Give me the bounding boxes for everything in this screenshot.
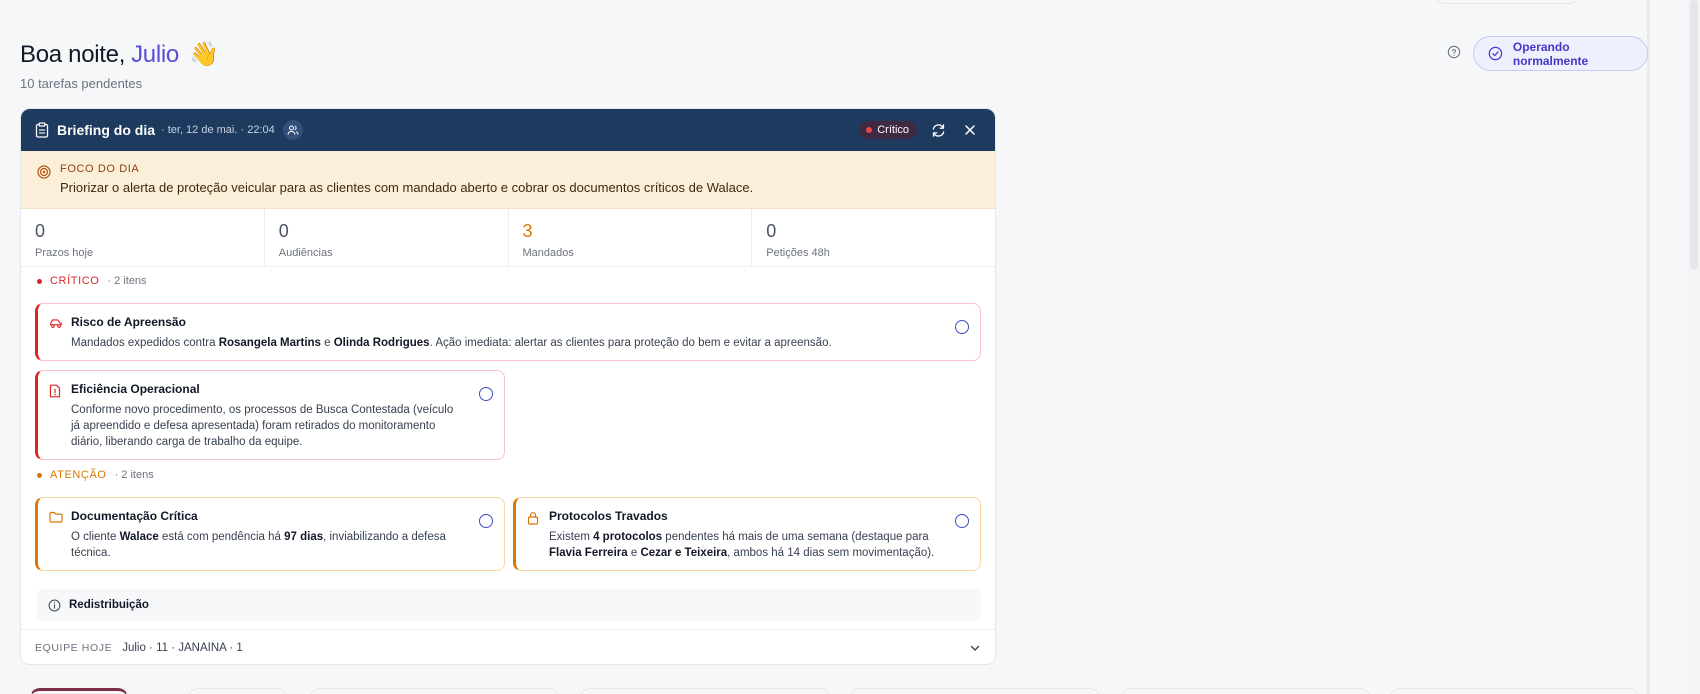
bottom-tab[interactable]	[1120, 688, 1370, 694]
mark-done-checkbox[interactable]	[955, 514, 969, 528]
stat-warrants[interactable]: 3 Mandados	[509, 209, 753, 266]
stat-deadlines-today[interactable]: 0 Prazos hoje	[21, 209, 265, 266]
stat-value: 0	[278, 221, 289, 241]
stat-label: Mandados	[522, 247, 574, 259]
team-today-value: Julio · 11 · JANAINA · 1	[122, 641, 243, 654]
highlighted-name: Cezar e Teixeira	[640, 547, 728, 559]
refresh-button[interactable]	[927, 119, 949, 141]
critical-dot	[866, 127, 873, 133]
help-circle-icon[interactable]	[1447, 45, 1461, 59]
redistribution-row[interactable]: Redistribuição	[37, 589, 981, 621]
card-title: Documentação Crítica	[71, 509, 198, 523]
card-title: Eficiência Operacional	[71, 382, 200, 396]
stat-value: 3	[522, 221, 533, 241]
pending-tasks-count: 10 tarefas pendentes	[20, 76, 143, 91]
greeting-prefix: Boa noite,	[20, 40, 126, 68]
clipboard-icon	[35, 122, 49, 138]
users-icon[interactable]	[282, 120, 303, 140]
mark-done-checkbox[interactable]	[955, 320, 969, 334]
waving-hand-icon: 👋	[188, 41, 219, 68]
scrollbar-thumb[interactable]	[1690, 0, 1698, 270]
critical-section-title: CRÍTICO	[50, 275, 100, 287]
critical-section-label: CRÍTICO · 2 itens	[37, 275, 147, 287]
bottom-tab[interactable]	[580, 688, 830, 694]
critical-badge: Crítico	[859, 121, 917, 139]
info-icon	[48, 599, 61, 611]
highlighted-name: Rosangela Martins	[218, 337, 321, 349]
stat-value: 0	[35, 221, 46, 241]
bottom-tab[interactable]	[188, 688, 288, 694]
stat-label: Prazos hoje	[35, 247, 94, 259]
car-icon	[49, 319, 63, 328]
focus-label: FOCO DO DIA	[60, 163, 140, 175]
file-alert-icon	[49, 384, 61, 398]
greeting-user-name: Julio	[131, 40, 179, 68]
highlighted-name: 97 dias	[284, 531, 324, 543]
system-status-button[interactable]: Operando normalmente	[1473, 36, 1648, 71]
stat-petitions-48h[interactable]: 0 Petições 48h	[752, 209, 995, 266]
stat-value: 0	[766, 221, 777, 241]
close-button[interactable]	[959, 119, 981, 141]
system-status-label: Operando normalmente	[1512, 39, 1589, 68]
briefing-title: Briefing do dia	[57, 122, 155, 138]
card-title: Protocolos Travados	[549, 509, 668, 523]
redistribution-label: Redistribuição	[69, 599, 149, 611]
bottom-tabs-strip	[0, 688, 1647, 694]
card-title: Risco de Apreensão	[71, 315, 186, 329]
critical-dot	[37, 278, 42, 284]
highlighted-name: Olinda Rodrigues	[333, 337, 430, 349]
focus-text: Priorizar o alerta de proteção veicular …	[60, 180, 754, 195]
card-body: Conforme novo procedimento, os processos…	[71, 404, 454, 448]
attention-section-count: · 2 itens	[114, 469, 154, 481]
folder-icon	[49, 511, 63, 523]
attention-section-title: ATENÇÃO	[50, 469, 107, 481]
panel-divider	[1647, 0, 1650, 694]
daily-briefing-panel: Briefing do dia · ter, 12 de mai. · 22:0…	[20, 108, 996, 665]
briefing-date: · ter, 12 de mai. · 22:04	[161, 124, 275, 136]
card-seizure-risk[interactable]: Risco de Apreensão Mandados expedidos co…	[35, 303, 981, 361]
card-body: O cliente Walace está com pendência há 9…	[71, 531, 446, 559]
close-icon	[965, 125, 975, 135]
chevron-down-icon[interactable]	[969, 642, 981, 654]
bottom-tab[interactable]	[310, 688, 560, 694]
daily-focus-banner: FOCO DO DIA Priorizar o alerta de proteç…	[21, 151, 995, 209]
refresh-icon	[932, 123, 944, 137]
team-today-row[interactable]: EQUIPE HOJE Julio · 11 · JANAINA · 1	[21, 629, 995, 664]
mark-done-checkbox[interactable]	[479, 387, 493, 401]
critical-section-count: · 2 itens	[107, 275, 147, 287]
bottom-tab[interactable]	[850, 688, 1100, 694]
lock-icon	[527, 512, 539, 525]
stat-hearings[interactable]: 0 Audiências	[265, 209, 509, 266]
check-circle-icon	[1488, 46, 1503, 61]
highlighted-name: Flavia Ferreira	[549, 547, 628, 559]
attention-dot	[37, 472, 42, 478]
attention-section-label: ATENÇÃO · 2 itens	[37, 469, 154, 481]
card-body: Mandados expedidos contra Rosangela Mart…	[71, 337, 832, 349]
highlighted-name: 4 protocolos	[593, 531, 663, 543]
briefing-header: Briefing do dia · ter, 12 de mai. · 22:0…	[21, 109, 995, 151]
bottom-tab[interactable]	[30, 688, 128, 694]
page-greeting: Boa noite, Julio 👋	[20, 40, 219, 69]
mark-done-checkbox[interactable]	[479, 514, 493, 528]
bottom-tab[interactable]	[1390, 688, 1640, 694]
card-stalled-protocols[interactable]: Protocolos Travados Existem 4 protocolos…	[513, 497, 981, 571]
top-toolbar-pill[interactable]	[1433, 0, 1581, 4]
critical-badge-label: Crítico	[877, 124, 909, 136]
card-operational-efficiency[interactable]: Eficiência Operacional Conforme novo pro…	[35, 370, 505, 460]
stat-label: Audiências	[278, 247, 333, 259]
stats-row: 0 Prazos hoje 0 Audiências 3 Mandados 0 …	[21, 209, 995, 267]
team-today-label: EQUIPE HOJE	[35, 641, 113, 654]
card-critical-documentation[interactable]: Documentação Crítica O cliente Walace es…	[35, 497, 505, 571]
target-icon	[37, 165, 51, 179]
card-body: Existem 4 protocolos pendentes há mais d…	[549, 531, 935, 559]
stat-label: Petições 48h	[766, 247, 830, 259]
highlighted-name: Walace	[119, 531, 159, 543]
